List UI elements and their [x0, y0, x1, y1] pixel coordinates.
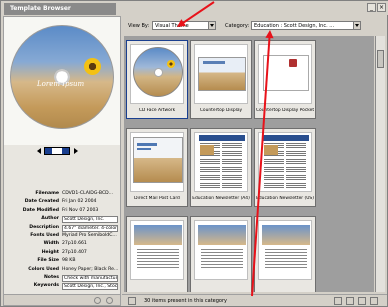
arrow-to-category-head-shape: [265, 30, 274, 39]
arrow-to-category-head: [265, 30, 274, 39]
